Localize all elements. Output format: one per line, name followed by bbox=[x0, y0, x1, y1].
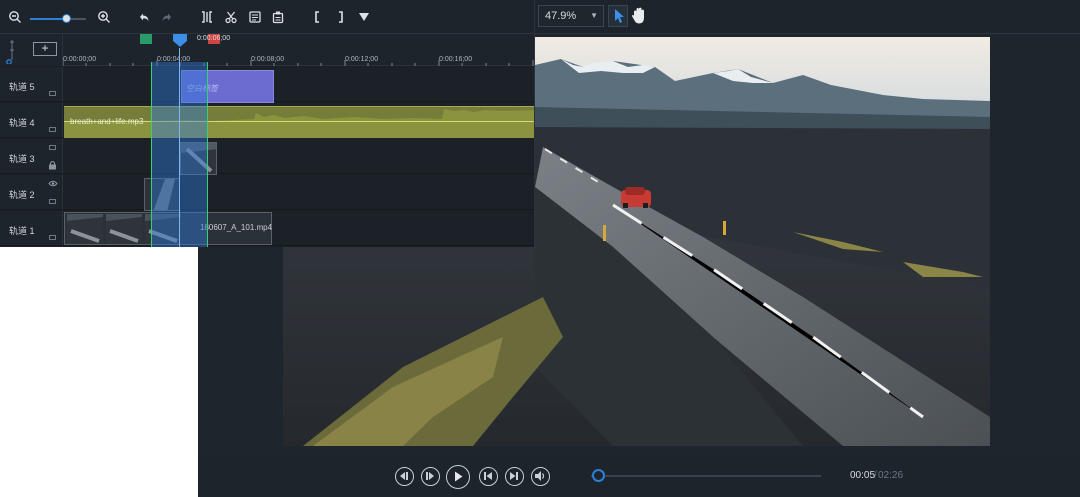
volume-icon bbox=[535, 471, 545, 481]
track-label: 轨道 1 bbox=[9, 226, 35, 236]
audio-clip[interactable]: breath+and+life.mp3 bbox=[64, 106, 534, 138]
undo-icon[interactable] bbox=[137, 10, 151, 24]
timeline-ruler[interactable]: 0:00:00;00 0:00:04;00 0:00:08;00 0:00:12… bbox=[63, 34, 534, 66]
skip-to-end-button[interactable] bbox=[505, 467, 524, 486]
timeline-panel: + 0:00:00;00 0:00:04;00 0:00:08;00 0:00:… bbox=[0, 0, 535, 247]
ruler-tick-label: 0:00:16;00 bbox=[439, 56, 473, 63]
video-clip-label: 180607_A_101.mp4 bbox=[200, 223, 273, 232]
timeline-toolbar bbox=[0, 0, 534, 34]
total-duration: 02:26 bbox=[878, 470, 904, 481]
track-lane-2[interactable] bbox=[63, 175, 534, 210]
time-separator: / bbox=[874, 470, 877, 481]
copy-icon[interactable] bbox=[248, 10, 262, 24]
in-point-marker[interactable] bbox=[140, 34, 152, 44]
zoom-level-select[interactable]: 47.9% ▼ bbox=[538, 5, 604, 27]
track-label: 轨道 4 bbox=[9, 118, 35, 128]
mark-out-icon[interactable] bbox=[333, 10, 347, 24]
track-toggle-icon[interactable] bbox=[49, 91, 56, 96]
track-header-4[interactable]: 轨道 4 bbox=[0, 103, 63, 138]
hand-icon bbox=[631, 7, 644, 24]
redo-icon[interactable] bbox=[160, 10, 174, 24]
track-lane-3[interactable] bbox=[63, 139, 534, 174]
track-height-slider-icon[interactable] bbox=[4, 38, 20, 64]
volume-button[interactable] bbox=[531, 467, 550, 486]
select-tool-button[interactable] bbox=[608, 5, 628, 27]
play-icon bbox=[455, 471, 463, 482]
cut-icon[interactable] bbox=[224, 10, 238, 24]
track-header-1[interactable]: 轨道 1 bbox=[0, 211, 63, 246]
playhead-handle-icon[interactable] bbox=[172, 34, 188, 47]
paste-icon[interactable] bbox=[271, 10, 285, 24]
playback-controls: 00:05 / 02:26 bbox=[198, 456, 1080, 497]
playhead-time: 0:00:06;00 bbox=[197, 35, 231, 42]
lock-icon[interactable] bbox=[48, 160, 57, 170]
track-header-5[interactable]: 轨道 5 bbox=[0, 67, 63, 102]
track-header-3[interactable]: 轨道 3 bbox=[0, 139, 63, 174]
track-label: 轨道 3 bbox=[9, 154, 35, 164]
pointer-icon bbox=[615, 9, 624, 23]
previous-frame-button[interactable] bbox=[395, 467, 414, 486]
chevron-down-icon: ▼ bbox=[590, 11, 598, 20]
next-frame-icon bbox=[426, 472, 434, 480]
hand-tool-button[interactable] bbox=[629, 5, 649, 27]
audio-clip-label: breath+and+life.mp3 bbox=[70, 117, 144, 126]
track-toggle-icon[interactable] bbox=[49, 127, 56, 132]
track-header-2[interactable]: 轨道 2 bbox=[0, 175, 63, 210]
zoom-level-value: 47.9% bbox=[545, 10, 577, 22]
skip-to-start-button[interactable] bbox=[479, 467, 498, 486]
zoom-in-icon[interactable] bbox=[97, 10, 111, 24]
track-label: 轨道 2 bbox=[9, 190, 35, 200]
play-button[interactable] bbox=[446, 465, 470, 489]
timeline-header-corner: + bbox=[0, 34, 63, 66]
zoom-out-icon[interactable] bbox=[8, 10, 22, 24]
seek-bar-handle[interactable] bbox=[592, 469, 606, 482]
timeline-zoom-slider-handle[interactable] bbox=[62, 14, 71, 23]
previous-frame-icon bbox=[400, 472, 408, 480]
add-track-button[interactable]: + bbox=[33, 42, 57, 56]
timeline-zoom-slider-track[interactable] bbox=[70, 18, 86, 20]
split-icon[interactable] bbox=[200, 10, 214, 24]
track-label: 轨道 5 bbox=[9, 82, 35, 92]
marker-icon[interactable] bbox=[357, 10, 371, 24]
ruler-tick-label: 0:00:08;00 bbox=[251, 56, 285, 63]
track-toggle-icon[interactable] bbox=[49, 235, 56, 240]
mark-in-icon[interactable] bbox=[311, 10, 325, 24]
ruler-tick-label: 0:00:00;00 bbox=[63, 56, 97, 63]
seek-bar[interactable] bbox=[591, 475, 821, 477]
track-lane-5[interactable] bbox=[63, 67, 534, 102]
playhead-line bbox=[179, 48, 180, 247]
ruler-tick-label: 0:00:12;00 bbox=[345, 56, 379, 63]
track-toggle-icon[interactable] bbox=[49, 199, 56, 204]
eye-icon[interactable] bbox=[48, 180, 58, 187]
next-frame-button[interactable] bbox=[421, 467, 440, 486]
skip-to-end-icon bbox=[510, 472, 518, 480]
track-toggle-icon[interactable] bbox=[49, 145, 56, 150]
skip-to-start-icon bbox=[484, 472, 492, 480]
current-time: 00:05 bbox=[850, 470, 876, 481]
